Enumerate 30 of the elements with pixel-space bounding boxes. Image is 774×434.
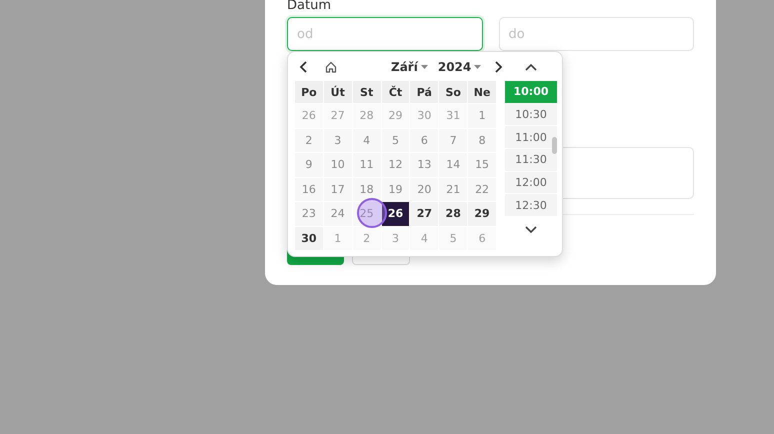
calendar-day[interactable]: 26 — [382, 202, 410, 226]
weekday-header: Čt — [382, 81, 410, 103]
time-option[interactable]: 11:00 — [505, 126, 557, 148]
weekday-header: Pá — [410, 81, 438, 103]
time-option[interactable]: 11:30 — [505, 149, 557, 171]
scroll-up-icon[interactable] — [525, 63, 537, 71]
scroll-down-icon[interactable] — [525, 226, 537, 234]
time-option[interactable]: 12:00 — [505, 172, 557, 194]
dropdown-caret-icon[interactable] — [420, 64, 428, 68]
date-to-field[interactable]: do — [498, 17, 694, 51]
weekday-header: Ne — [468, 81, 496, 103]
weekday-header: Po — [295, 81, 323, 103]
weekday-header: St — [352, 81, 381, 103]
weekday-header: So — [439, 81, 468, 103]
calendar-day[interactable]: 29 — [468, 202, 496, 226]
calendar-day[interactable]: 30 — [295, 226, 323, 250]
home-icon[interactable] — [325, 60, 337, 72]
next-month-icon[interactable] — [493, 60, 504, 72]
time-option[interactable]: 10:30 — [505, 104, 557, 126]
previous-month-icon[interactable] — [299, 60, 309, 72]
weekday-header: Út — [324, 81, 352, 103]
calendar-day[interactable]: 27 — [410, 202, 438, 226]
date-from-field[interactable]: od — [287, 17, 482, 51]
time-option[interactable]: 10:00 — [505, 81, 557, 103]
calendar-day[interactable]: 28 — [439, 202, 468, 226]
dropdown-caret-icon[interactable] — [474, 64, 482, 68]
scrollbar-thumb[interactable] — [552, 137, 557, 154]
month-select[interactable]: Září — [391, 60, 428, 74]
year-select[interactable]: 2024 — [438, 60, 482, 74]
time-option[interactable]: 12:30 — [505, 194, 557, 216]
